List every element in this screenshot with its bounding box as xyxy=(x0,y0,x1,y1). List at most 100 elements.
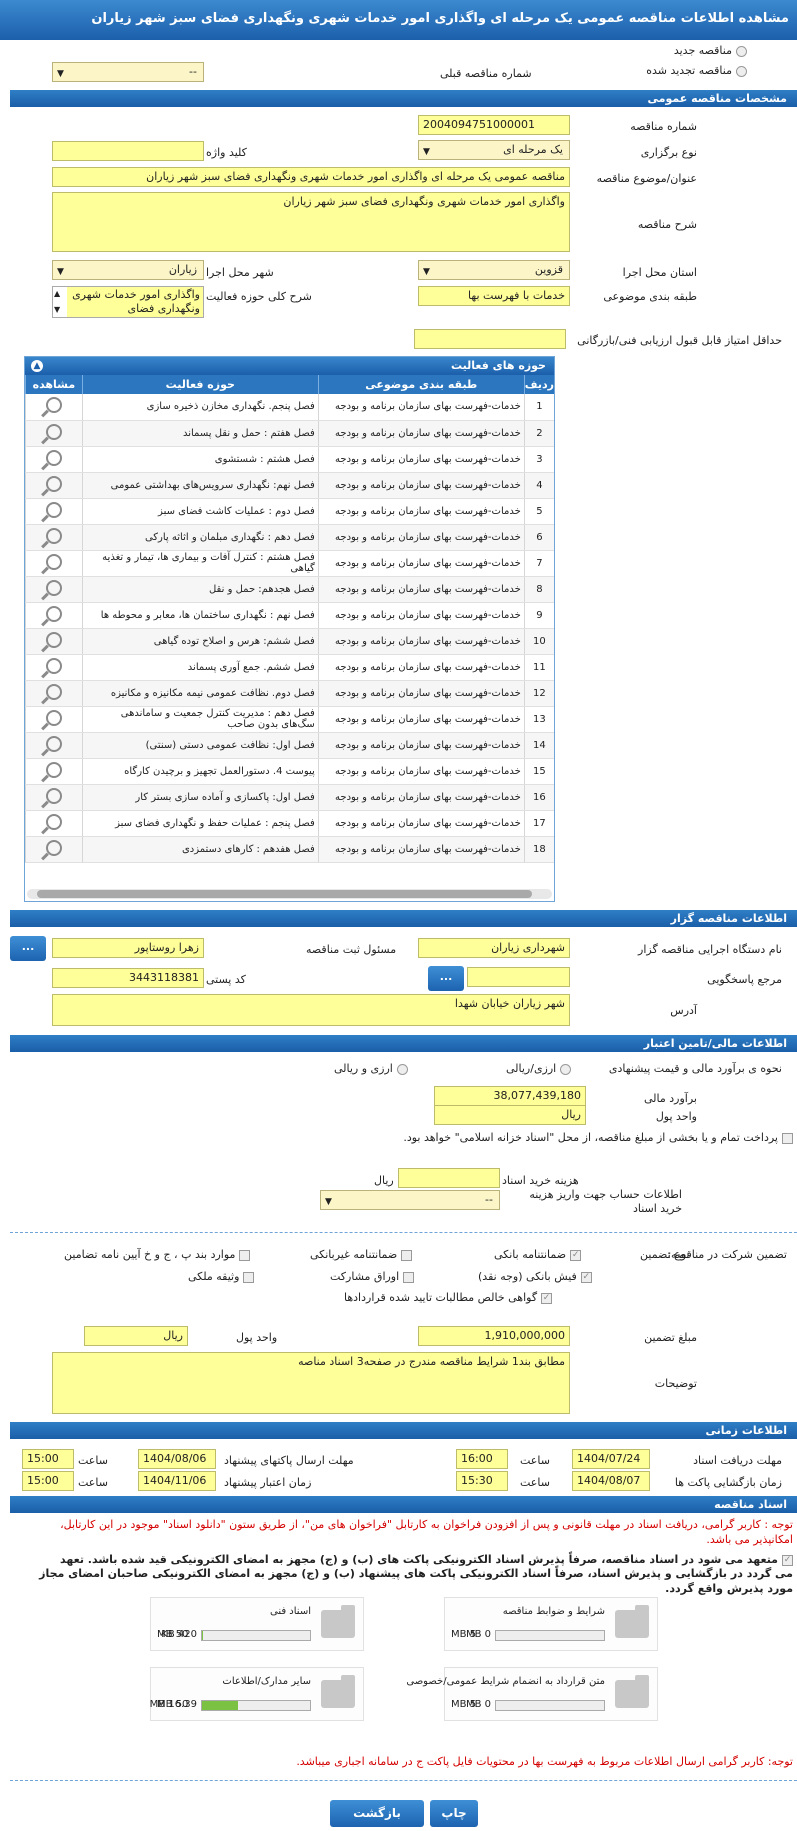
radio-circle-icon[interactable] xyxy=(736,45,747,57)
radio-circle-icon[interactable] xyxy=(560,1063,572,1075)
magnifier-icon[interactable] xyxy=(45,657,62,674)
cell-view[interactable] xyxy=(25,654,83,681)
org-label: نام دستگاه اجرایی مناقصه گزار xyxy=(638,943,782,956)
cell-area: فصل پنجم : عملیات حفظ و نگهداری فضای سبز xyxy=(81,810,319,837)
magnifier-icon[interactable] xyxy=(45,813,62,830)
cell-view[interactable] xyxy=(25,498,83,525)
radio-currency-rial[interactable]: ارزی/ریالی xyxy=(506,1062,572,1075)
type-select[interactable]: یک مرحله ای ▼ xyxy=(418,140,570,160)
cell-view[interactable] xyxy=(25,550,83,577)
radio-renewed-tender[interactable]: مناقصه تجدید شده xyxy=(646,64,747,77)
cell-view[interactable] xyxy=(25,576,83,603)
magnifier-icon[interactable] xyxy=(45,761,62,778)
divider xyxy=(10,1780,797,1781)
magnifier-icon[interactable] xyxy=(45,553,62,570)
city-select[interactable]: زیاران ▼ xyxy=(52,260,204,280)
cell-view[interactable] xyxy=(25,472,83,499)
cell-view[interactable] xyxy=(25,602,83,629)
postal-field: 3443118381 xyxy=(52,968,204,988)
g-opt-bank[interactable]: ✓ضمانتنامه بانکی xyxy=(494,1248,582,1261)
account-select[interactable]: -- ▼ xyxy=(320,1190,500,1210)
magnifier-icon[interactable] xyxy=(45,709,62,726)
cell-view[interactable] xyxy=(25,420,83,447)
horizontal-scrollbar[interactable] xyxy=(27,889,552,899)
magnifier-icon[interactable] xyxy=(45,475,62,492)
doc-other[interactable]: سایر مدارک/اطلاعات 16.39 MB 50 MB xyxy=(150,1667,364,1721)
checkbox-checked-icon[interactable]: ✓ xyxy=(580,1271,592,1283)
resp-label: مسئول ثبت مناقصه xyxy=(306,943,397,956)
magnifier-icon[interactable] xyxy=(45,787,62,804)
magnifier-icon[interactable] xyxy=(45,527,62,544)
checkbox-checked-icon[interactable]: ✓ xyxy=(782,1554,793,1566)
amount-label: مبلغ تضمین xyxy=(644,1331,697,1344)
back-button[interactable]: بازگشت xyxy=(330,1800,424,1827)
activities-header: حوزه های فعالیت ▲ xyxy=(25,357,554,375)
print-button[interactable]: چاپ xyxy=(430,1800,478,1827)
g-opt-clauses[interactable]: موارد بند پ ، ج و خ آیین نامه تضامین xyxy=(64,1248,251,1261)
checkbox-icon[interactable] xyxy=(403,1271,415,1283)
magnifier-icon[interactable] xyxy=(45,501,62,518)
radio-circle-icon[interactable] xyxy=(736,65,747,77)
activity-listbox[interactable]: واگذاری امور خدمات شهری ونگهداری فضای ▲ … xyxy=(52,286,204,318)
g-opt-bonds[interactable]: اوراق مشارکت xyxy=(330,1270,415,1283)
g-opt-cash[interactable]: ✓فیش بانکی (وجه نقد) xyxy=(478,1270,592,1283)
scroll-down-icon[interactable]: ▼ xyxy=(54,305,60,314)
cell-view[interactable] xyxy=(25,784,83,811)
radio-new-tender[interactable]: مناقصه جدید xyxy=(674,44,747,57)
doc-conditions[interactable]: شرایط و ضوابط مناقصه 0 MB 5 MB xyxy=(444,1597,658,1651)
commit-row[interactable]: ✓متعهد می شود در اسناد مناقصه، صرفاً پذی… xyxy=(60,1552,793,1567)
cell-view[interactable] xyxy=(25,706,83,733)
magnifier-icon[interactable] xyxy=(45,605,62,622)
section-organizer: اطلاعات مناقصه گزار xyxy=(10,910,797,927)
checkbox-checked-icon[interactable]: ✓ xyxy=(570,1249,582,1261)
checkbox-icon[interactable] xyxy=(243,1271,255,1283)
magnifier-icon[interactable] xyxy=(45,631,62,648)
checkbox-icon[interactable] xyxy=(239,1249,251,1261)
cell-view[interactable] xyxy=(25,758,83,785)
cell-view[interactable] xyxy=(25,446,83,473)
doc-max: 50 MB xyxy=(157,1629,189,1640)
scroll-up-icon[interactable]: ▲ xyxy=(54,289,60,298)
magnifier-icon[interactable] xyxy=(45,423,62,440)
magnifier-icon[interactable] xyxy=(45,449,62,466)
collapse-icon[interactable]: ▲ xyxy=(31,360,43,372)
checkbox-checked-icon[interactable]: ✓ xyxy=(541,1292,553,1304)
cell-view[interactable] xyxy=(25,394,83,421)
ref-lookup-button[interactable]: ... xyxy=(428,966,464,991)
g-opt-nonbank[interactable]: ضمانتنامه غیربانکی xyxy=(310,1248,413,1261)
cell-view[interactable] xyxy=(25,732,83,759)
resp-lookup-button[interactable]: ... xyxy=(10,936,46,961)
cell-view[interactable] xyxy=(25,836,83,863)
keyword-label: کلید واژه xyxy=(206,146,247,159)
magnifier-icon[interactable] xyxy=(45,579,62,596)
radio-circle-icon[interactable] xyxy=(396,1063,408,1075)
scrollbar-thumb[interactable] xyxy=(37,890,532,898)
magnifier-icon[interactable] xyxy=(45,839,62,856)
magnifier-icon[interactable] xyxy=(45,735,62,752)
doc-progress-fill xyxy=(202,1631,204,1640)
g-opt-property[interactable]: وثیقه ملکی xyxy=(188,1270,255,1283)
province-select[interactable]: قزوین ▼ xyxy=(418,260,570,280)
prev-number-select[interactable]: -- ▼ xyxy=(52,62,204,82)
cell-category: خدمات-فهرست بهای سازمان برنامه و بودجه xyxy=(317,550,525,577)
checkbox-icon[interactable] xyxy=(782,1132,793,1144)
treasury-row[interactable]: پرداخت تمام و یا بخشی از مبلغ مناقصه، از… xyxy=(1,1130,793,1145)
prev-number-label: شماره مناقصه قبلی xyxy=(440,67,532,80)
magnifier-icon[interactable] xyxy=(45,683,62,700)
doc-contract[interactable]: متن قرارداد به انضمام شرایط عمومی/خصوصی … xyxy=(406,1667,658,1721)
cell-category: خدمات-فهرست بهای سازمان برنامه و بودجه xyxy=(317,420,525,447)
cell-view[interactable] xyxy=(25,680,83,707)
cell-view[interactable] xyxy=(25,524,83,551)
cell-view[interactable] xyxy=(25,628,83,655)
radio-currency-and-rial[interactable]: ارزی و ریالی xyxy=(334,1062,408,1075)
cell-view[interactable] xyxy=(25,810,83,837)
g-opt-receivables[interactable]: ✓گواهی خالص مطالبات تایید شده قراردادها xyxy=(344,1291,553,1304)
doc-technical[interactable]: اسناد فنی 420 KB 50 MB xyxy=(150,1597,364,1651)
checkbox-icon[interactable] xyxy=(401,1249,413,1261)
province-label: استان محل اجرا xyxy=(622,266,697,279)
doc-progress xyxy=(495,1700,605,1711)
currency-field: ریال xyxy=(434,1105,586,1125)
magnifier-icon[interactable] xyxy=(45,397,62,414)
doc-note-2: توجه: کاربر گرامی ارسال اطلاعات مربوط به… xyxy=(296,1755,793,1768)
cell-row: 9 xyxy=(523,602,554,629)
